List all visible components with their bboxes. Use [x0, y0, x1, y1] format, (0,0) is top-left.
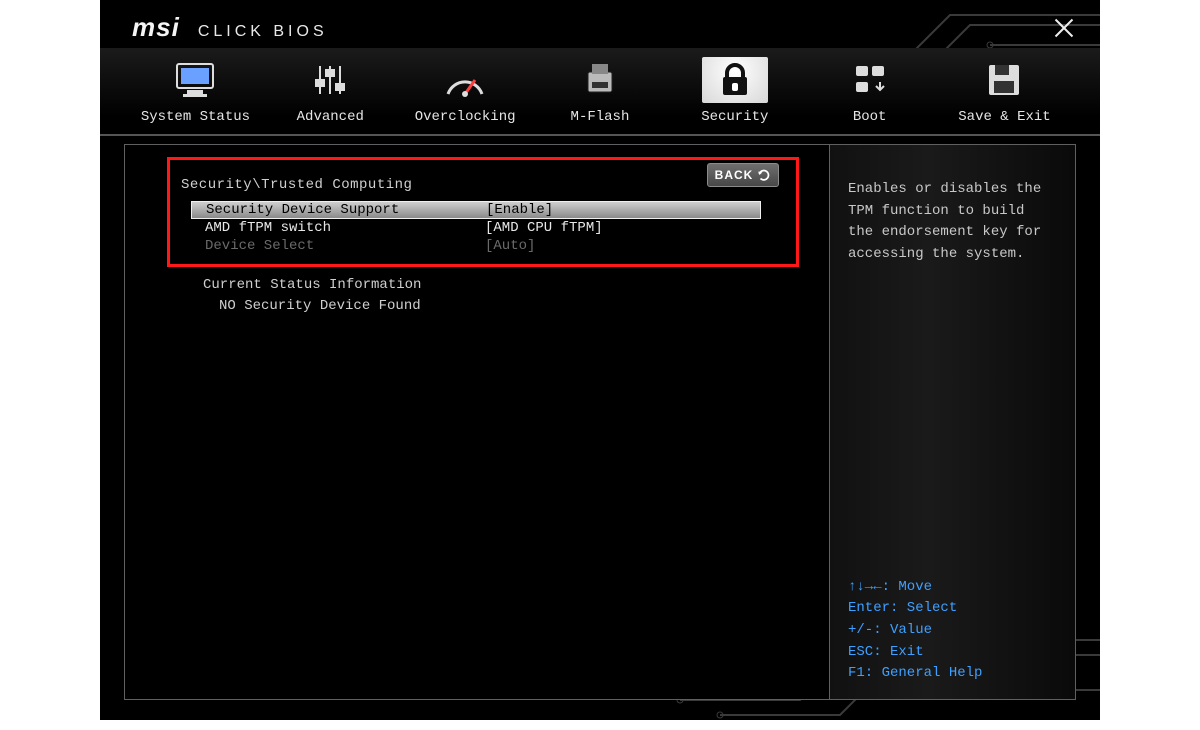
lock-icon: [717, 61, 753, 99]
monitor-icon: [173, 60, 217, 100]
tab-label: Save & Exit: [958, 109, 1050, 125]
brand-header: msi CLICK BIOS: [132, 12, 328, 43]
usb-chip-icon: [580, 60, 620, 100]
tab-label: Overclocking: [415, 109, 516, 125]
setting-amd-ftpm-switch[interactable]: AMD fTPM switch [AMD CPU fTPM]: [191, 219, 761, 237]
boot-order-icon: [850, 60, 890, 100]
hint-esc: ESC: Exit: [848, 642, 1057, 664]
undo-arrow-icon: [757, 168, 771, 182]
hint-move: ↑↓→←: Move: [848, 577, 1057, 599]
tab-system-status[interactable]: System Status: [135, 57, 255, 125]
tab-save-exit[interactable]: Save & Exit: [944, 57, 1064, 125]
breadcrumb: Security\Trusted Computing: [181, 177, 412, 193]
content-pane: Security\Trusted Computing BACK Security…: [125, 145, 829, 699]
setting-name: Security Device Support: [206, 202, 486, 218]
gauge-icon: [442, 60, 488, 100]
sliders-icon: [310, 60, 350, 100]
floppy-icon: [985, 61, 1023, 99]
tab-boot[interactable]: Boot: [810, 57, 930, 125]
setting-value: [Enable]: [486, 202, 553, 218]
status-heading: Current Status Information: [203, 275, 421, 296]
tab-label: M-Flash: [571, 109, 630, 125]
close-button[interactable]: [1052, 16, 1076, 40]
status-info: Current Status Information NO Security D…: [203, 275, 421, 317]
tab-security[interactable]: Security: [675, 57, 795, 125]
help-text: Enables or disables the TPM function to …: [848, 179, 1057, 266]
brand-msi-logo: msi: [132, 12, 180, 43]
hint-value: +/-: Value: [848, 620, 1057, 642]
setting-device-select[interactable]: Device Select [Auto]: [191, 237, 761, 255]
help-panel: Enables or disables the TPM function to …: [829, 145, 1075, 699]
bios-window: msi CLICK BIOS System Status Advanced: [100, 0, 1100, 720]
status-line: NO Security Device Found: [203, 296, 421, 317]
setting-value: [Auto]: [485, 238, 535, 254]
back-label: BACK: [715, 168, 754, 182]
tab-label: Advanced: [297, 109, 364, 125]
back-button[interactable]: BACK: [707, 163, 779, 187]
brand-product: CLICK BIOS: [198, 23, 328, 41]
tab-label: Boot: [853, 109, 887, 125]
settings-list: Security Device Support [Enable] AMD fTP…: [191, 201, 761, 255]
tab-mflash[interactable]: M-Flash: [540, 57, 660, 125]
setting-name: AMD fTPM switch: [205, 220, 485, 236]
tab-label: System Status: [141, 109, 250, 125]
main-panel: Security\Trusted Computing BACK Security…: [124, 144, 1076, 700]
setting-value: [AMD CPU fTPM]: [485, 220, 603, 236]
setting-security-device-support[interactable]: Security Device Support [Enable]: [191, 201, 761, 219]
key-hints: ↑↓→←: Move Enter: Select +/-: Value ESC:…: [848, 577, 1057, 685]
setting-name: Device Select: [205, 238, 485, 254]
tab-advanced[interactable]: Advanced: [270, 57, 390, 125]
tab-label: Security: [701, 109, 768, 125]
hint-f1: F1: General Help: [848, 663, 1057, 685]
hint-enter: Enter: Select: [848, 598, 1057, 620]
top-nav: System Status Advanced Overclocking: [100, 48, 1100, 136]
tab-overclocking[interactable]: Overclocking: [405, 57, 525, 125]
